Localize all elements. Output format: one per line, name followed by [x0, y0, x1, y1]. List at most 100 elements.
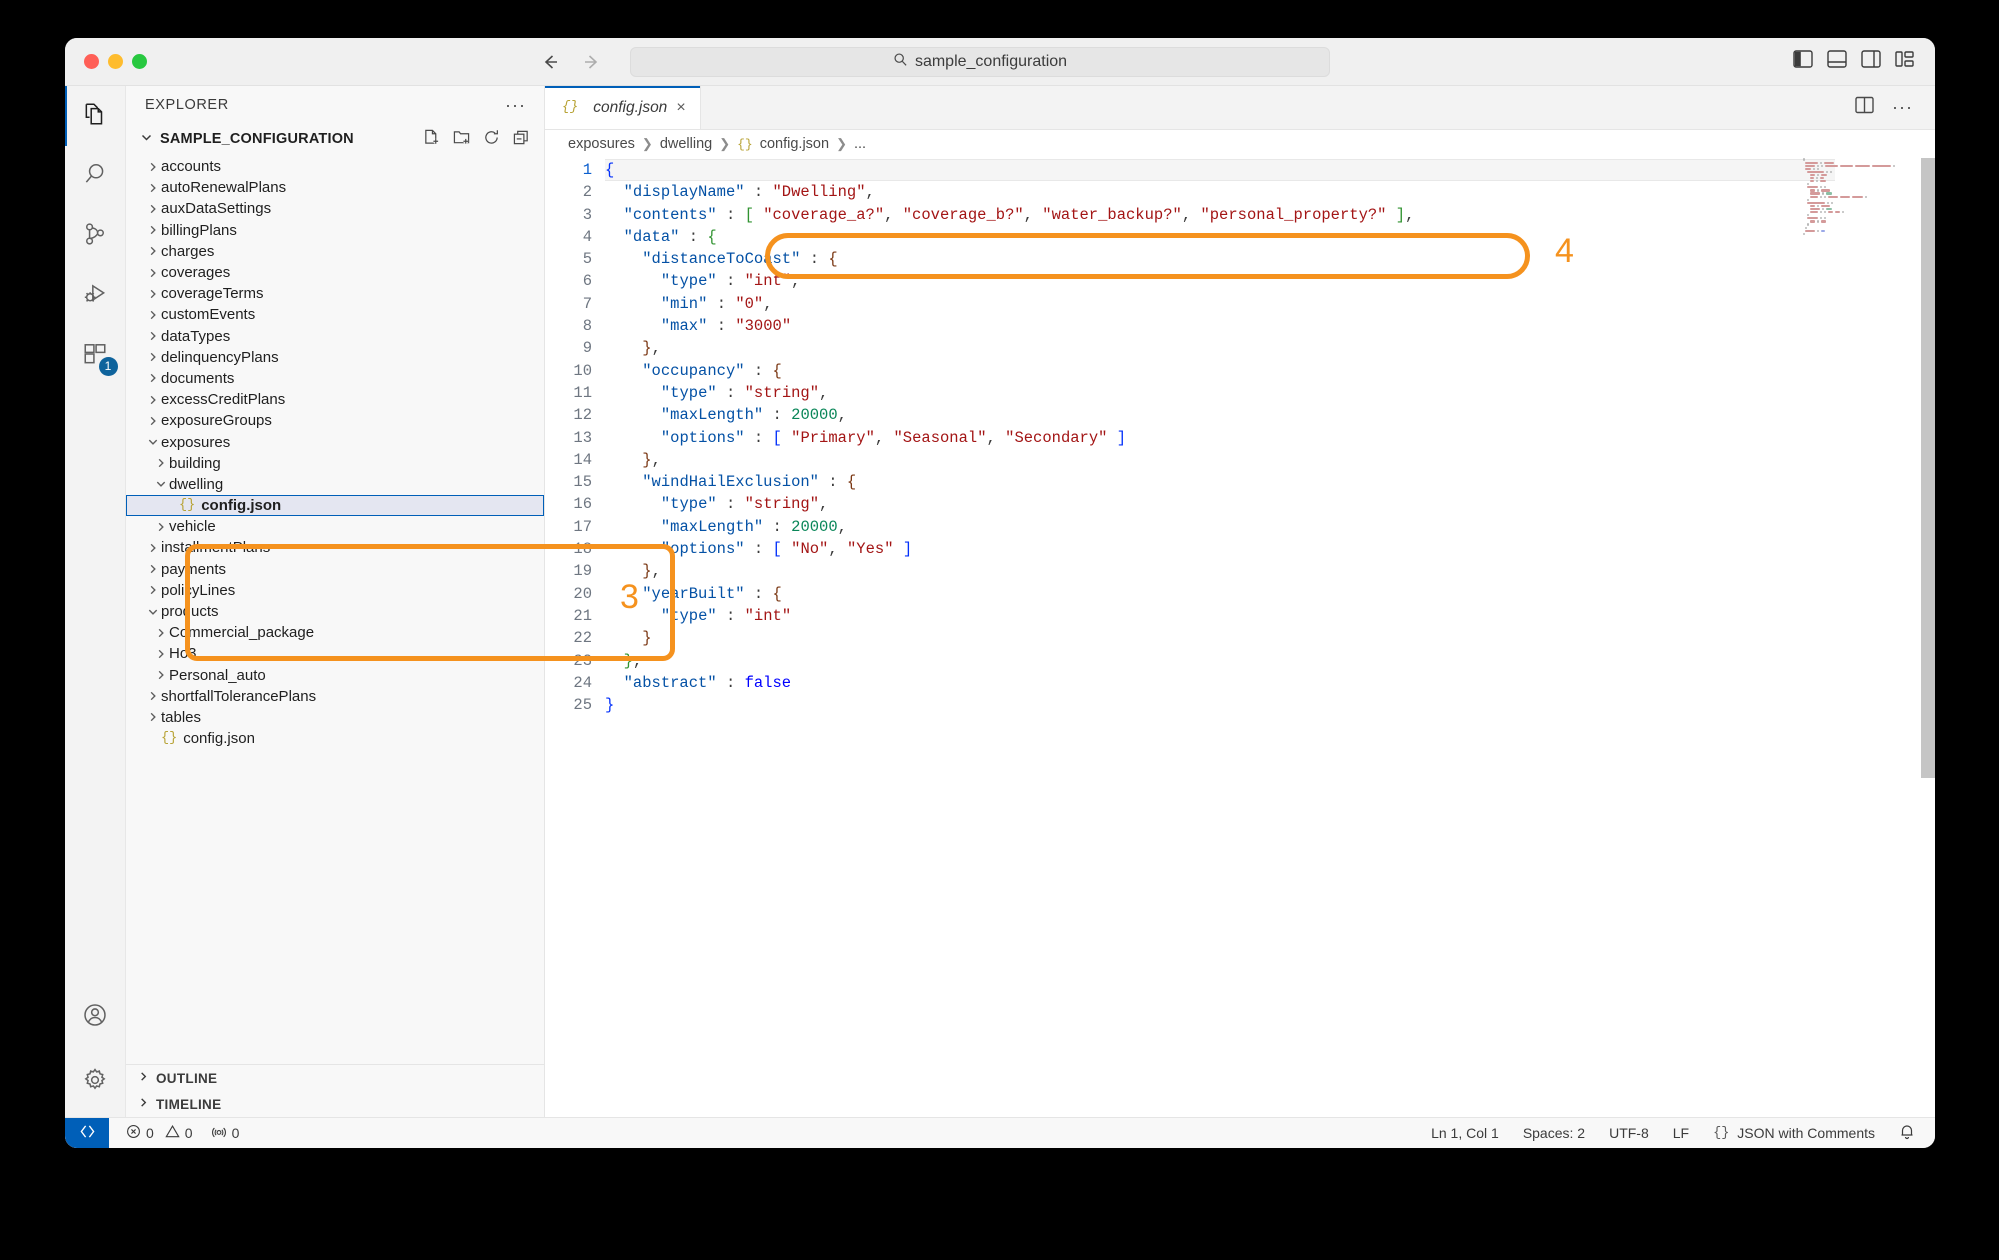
- activity-item-accounts[interactable]: [65, 987, 126, 1047]
- file-tree-folder-building[interactable]: building: [126, 453, 544, 474]
- file-tree-folder-billingPlans[interactable]: billingPlans: [126, 220, 544, 241]
- maximize-window-button[interactable]: [132, 54, 147, 69]
- go-back-icon[interactable]: [539, 51, 561, 73]
- activity-item-search[interactable]: [65, 146, 126, 206]
- file-tree-folder-Personal_auto[interactable]: Personal_auto: [126, 665, 544, 686]
- file-tree-folder-documents[interactable]: documents: [126, 368, 544, 389]
- code-line-24[interactable]: "abstract" : false: [605, 672, 1935, 694]
- collapse-all-icon[interactable]: [513, 129, 530, 150]
- code-line-19[interactable]: },: [605, 560, 1935, 582]
- tab-config-json[interactable]: {} config.json ×: [545, 86, 701, 129]
- file-tree-folder-dwelling[interactable]: dwelling: [126, 474, 544, 495]
- activity-item-run-debug[interactable]: [65, 266, 126, 326]
- status-indentation[interactable]: Spaces: 2: [1523, 1125, 1585, 1141]
- file-tree-folder-auxDataSettings[interactable]: auxDataSettings: [126, 198, 544, 219]
- new-file-icon[interactable]: [423, 129, 440, 150]
- code-line-22[interactable]: }: [605, 627, 1935, 649]
- file-tree-item-config-json[interactable]: {} config.json: [126, 495, 544, 517]
- code-line-15[interactable]: "windHailExclusion" : {: [605, 471, 1935, 493]
- refresh-icon[interactable]: [483, 129, 500, 150]
- code-line-4[interactable]: "data" : {: [605, 226, 1935, 248]
- command-center-search[interactable]: sample_configuration: [630, 46, 1330, 77]
- activity-item-source-control[interactable]: [65, 206, 126, 266]
- file-tree-folder-excessCreditPlans[interactable]: excessCreditPlans: [126, 389, 544, 410]
- minimize-window-button[interactable]: [108, 54, 123, 69]
- file-tree-folder-payments[interactable]: payments: [126, 559, 544, 580]
- code-line-17[interactable]: "maxLength" : 20000,: [605, 516, 1935, 538]
- file-tree-folder-customEvents[interactable]: customEvents: [126, 304, 544, 325]
- code-line-23[interactable]: },: [605, 650, 1935, 672]
- code-line-11[interactable]: "type" : "string",: [605, 382, 1935, 404]
- breadcrumb-item-1[interactable]: dwelling: [660, 136, 712, 152]
- status-cursor-position[interactable]: Ln 1, Col 1: [1431, 1125, 1499, 1141]
- code-line-12[interactable]: "maxLength" : 20000,: [605, 404, 1935, 426]
- code-line-9[interactable]: },: [605, 337, 1935, 359]
- notifications-icon[interactable]: [1899, 1123, 1915, 1143]
- code-line-13[interactable]: "options" : [ "Primary", "Seasonal", "Se…: [605, 427, 1935, 449]
- editor-vertical-scrollbar[interactable]: [1921, 158, 1935, 1117]
- breadcrumb-item-2[interactable]: config.json: [760, 136, 829, 152]
- close-icon[interactable]: ×: [676, 99, 685, 117]
- new-folder-icon[interactable]: [453, 129, 470, 150]
- code-line-2[interactable]: "displayName" : "Dwelling",: [605, 181, 1935, 203]
- file-tree-folder-accounts[interactable]: accounts: [126, 156, 544, 177]
- activity-item-manage-settings[interactable]: [65, 1047, 126, 1117]
- status-language-mode[interactable]: {} JSON with Comments: [1713, 1125, 1875, 1141]
- code-line-18[interactable]: "options" : [ "No", "Yes" ]: [605, 538, 1935, 560]
- activity-item-extensions[interactable]: 1: [65, 326, 126, 386]
- explorer-more-actions-icon[interactable]: ···: [505, 95, 526, 116]
- code-line-1[interactable]: {: [605, 159, 1835, 182]
- sidebar-section-outline[interactable]: OUTLINE: [126, 1065, 544, 1091]
- code-line-10[interactable]: "occupancy" : {: [605, 360, 1935, 382]
- code-line-6[interactable]: "type" : "int",: [605, 270, 1935, 292]
- file-tree[interactable]: accounts autoRenewalPlans auxDataSettings b…: [126, 154, 544, 1064]
- status-encoding[interactable]: UTF-8: [1609, 1125, 1649, 1141]
- file-tree-folder-delinquencyPlans[interactable]: delinquencyPlans: [126, 347, 544, 368]
- breadcrumb[interactable]: exposures ❯ dwelling ❯ {} config.json ❯ …: [545, 130, 1935, 158]
- status-ports[interactable]: 0: [211, 1124, 239, 1142]
- code-line-25[interactable]: }: [605, 694, 1935, 716]
- code-line-21[interactable]: "type" : "int": [605, 605, 1935, 627]
- go-forward-icon[interactable]: [581, 51, 603, 73]
- code-line-14[interactable]: },: [605, 449, 1935, 471]
- code-lines[interactable]: { "displayName" : "Dwelling", "contents"…: [605, 159, 1935, 716]
- code-line-5[interactable]: "distanceToCoast" : {: [605, 248, 1935, 270]
- code-line-3[interactable]: "contents" : [ "coverage_a?", "coverage_…: [605, 204, 1935, 226]
- more-actions-icon[interactable]: ···: [1892, 97, 1913, 118]
- breadcrumb-item-3[interactable]: ...: [854, 136, 866, 152]
- file-tree-folder-tables[interactable]: tables: [126, 707, 544, 728]
- remote-window-button[interactable]: [65, 1117, 109, 1148]
- file-tree-folder-exposures[interactable]: exposures: [126, 431, 544, 452]
- file-tree-folder-autoRenewalPlans[interactable]: autoRenewalPlans: [126, 177, 544, 198]
- status-problems[interactable]: 0 0: [126, 1124, 193, 1142]
- toggle-panel-icon[interactable]: [1827, 50, 1847, 73]
- close-window-button[interactable]: [84, 54, 99, 69]
- file-tree-folder-vehicle[interactable]: vehicle: [126, 516, 544, 537]
- file-tree-folder-shortfallTolerancePlans[interactable]: shortfallTolerancePlans: [126, 686, 544, 707]
- file-tree-folder-Ho3[interactable]: Ho3: [126, 643, 544, 664]
- breadcrumb-item-0[interactable]: exposures: [568, 136, 635, 152]
- file-tree-item-config-json[interactable]: {} config.json: [126, 728, 544, 749]
- code-line-20[interactable]: "yearBuilt" : {: [605, 583, 1935, 605]
- scrollbar-thumb[interactable]: [1921, 158, 1935, 778]
- file-tree-folder-coverageTerms[interactable]: coverageTerms: [126, 283, 544, 304]
- activity-item-explorer[interactable]: [65, 86, 126, 146]
- code-line-8[interactable]: "max" : "3000": [605, 315, 1935, 337]
- code-line-7[interactable]: "min" : "0",: [605, 293, 1935, 315]
- window-traffic-lights[interactable]: [65, 54, 147, 69]
- file-tree-folder-Commercial_package[interactable]: Commercial_package: [126, 622, 544, 643]
- toggle-primary-sidebar-icon[interactable]: [1793, 50, 1813, 73]
- sidebar-section-timeline[interactable]: TIMELINE: [126, 1091, 544, 1117]
- toggle-secondary-sidebar-icon[interactable]: [1861, 50, 1881, 73]
- file-tree-folder-coverages[interactable]: coverages: [126, 262, 544, 283]
- file-tree-folder-exposureGroups[interactable]: exposureGroups: [126, 410, 544, 431]
- file-tree-folder-installmentPlans[interactable]: installmentPlans: [126, 537, 544, 558]
- file-tree-folder-charges[interactable]: charges: [126, 241, 544, 262]
- customize-layout-icon[interactable]: [1895, 50, 1915, 73]
- status-eol[interactable]: LF: [1673, 1125, 1689, 1141]
- file-tree-folder-policyLines[interactable]: policyLines: [126, 580, 544, 601]
- code-line-16[interactable]: "type" : "string",: [605, 493, 1935, 515]
- file-tree-folder-dataTypes[interactable]: dataTypes: [126, 326, 544, 347]
- file-tree-folder-products[interactable]: products: [126, 601, 544, 622]
- split-editor-icon[interactable]: [1855, 96, 1874, 119]
